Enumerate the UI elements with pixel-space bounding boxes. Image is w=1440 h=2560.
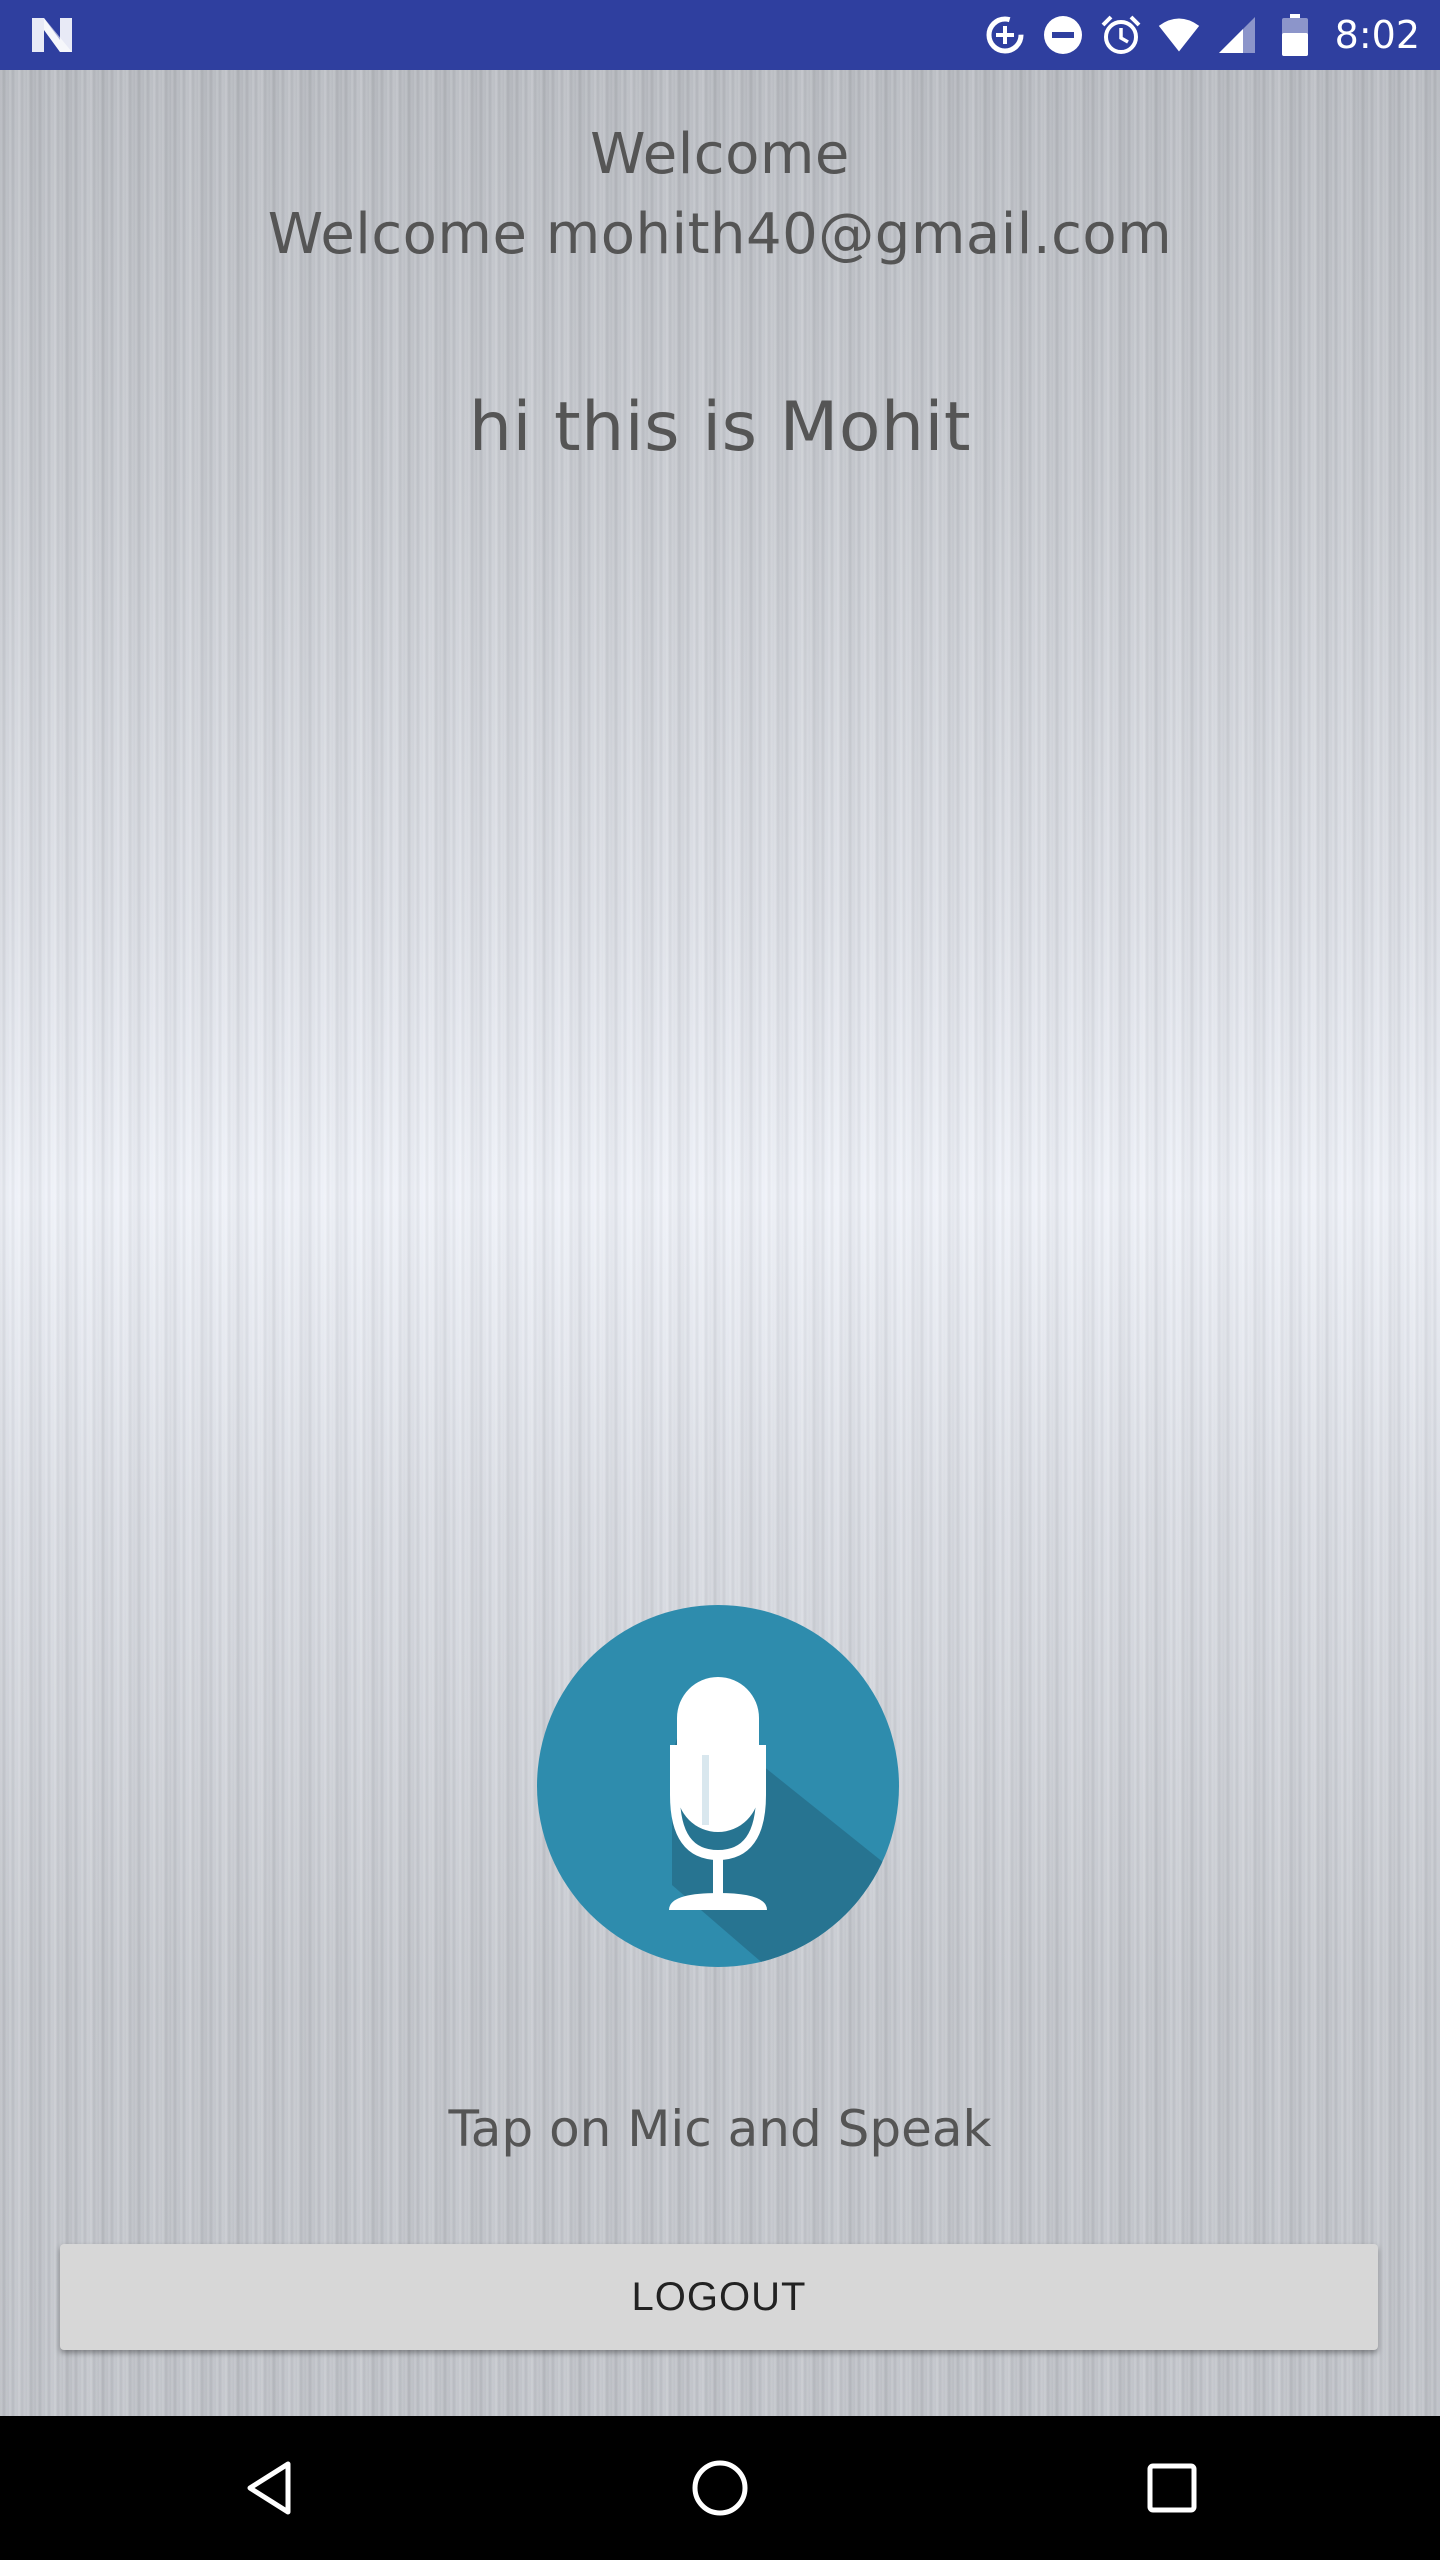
data-saver-icon [983,13,1027,57]
battery-icon [1273,13,1317,57]
back-icon [247,2461,291,2515]
cell-signal-icon [1215,13,1259,57]
do-not-disturb-icon [1041,13,1085,57]
app-screen: 8:02 Welcome Welcome mohith40@gmail.com … [0,0,1440,2560]
status-bar: 8:02 [0,0,1440,70]
welcome-title: Welcome [590,122,850,187]
home-button[interactable] [680,2448,760,2528]
wifi-icon [1157,13,1201,57]
welcome-email: Welcome mohith40@gmail.com [267,202,1173,267]
nav-bar [0,2416,1440,2560]
hint-text: Tap on Mic and Speak [448,2100,992,2158]
alarm-icon [1099,13,1143,57]
recents-button[interactable] [1132,2448,1212,2528]
mic-button[interactable] [537,1605,899,1967]
main-content: Welcome Welcome mohith40@gmail.com hi th… [0,70,1440,2416]
status-icons: 8:02 [983,0,1420,70]
logout-button[interactable]: LOGOUT [60,2244,1378,2350]
android-n-logo-icon [28,14,76,56]
microphone-icon [669,1677,899,1967]
recents-icon [1147,2463,1197,2513]
status-time: 8:02 [1334,13,1420,57]
back-button[interactable] [230,2448,310,2528]
spoken-text: hi this is Mohit [468,388,972,467]
home-icon [692,2460,748,2516]
